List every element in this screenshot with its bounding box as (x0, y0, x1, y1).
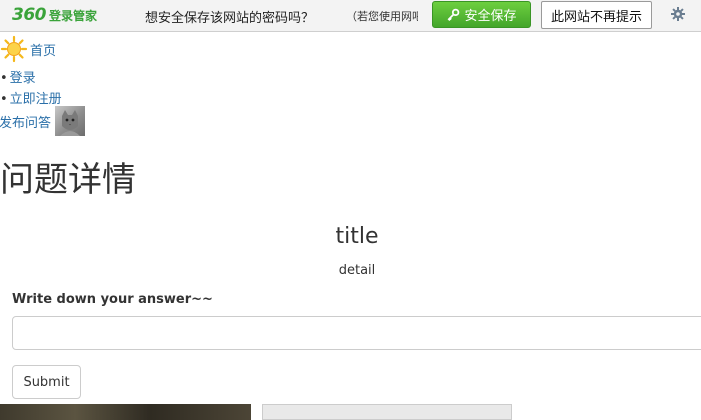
user-avatar[interactable] (55, 106, 86, 136)
save-password-question: 想安全保存该网站的密码吗？ (145, 11, 315, 26)
post-question-link[interactable]: 发布问答 (0, 112, 51, 131)
sun-icon (0, 35, 28, 63)
save-password-hint: （若您使用网吧 (346, 10, 418, 23)
nav-item-register: • 立即注册 (0, 88, 62, 107)
cat-avatar-image (60, 110, 81, 136)
password-save-bar: 360 登录管家 想安全保存该网站的密码吗？ （若您使用网吧 安全保存 此网站不再… (0, 0, 701, 32)
safe-save-label: 安全保存 (464, 9, 517, 24)
post-question-row: 发布问答 (0, 106, 86, 136)
answer-image-thumbnail (262, 404, 512, 420)
question-detail: detail (338, 263, 376, 278)
question-title: title (335, 224, 379, 249)
submit-button[interactable]: Submit (12, 365, 81, 399)
360-logo: 360 登录管家 (12, 5, 97, 25)
answer-input[interactable] (12, 316, 701, 350)
answer-image-thumbnail (0, 404, 251, 420)
answer-label: Write down your answer~~ (12, 292, 213, 307)
page-title: 问题详情 (0, 160, 136, 200)
logo-number: 360 (12, 5, 47, 25)
key-icon (448, 8, 460, 21)
safe-save-button[interactable]: 安全保存 (432, 1, 531, 28)
logo-text: 登录管家 (49, 9, 98, 23)
register-link[interactable]: 立即注册 (10, 92, 62, 107)
home-link-row: 首页 (0, 35, 56, 63)
gear-icon[interactable] (670, 6, 686, 22)
nav-item-login: • 登录 (0, 67, 36, 86)
never-for-site-button[interactable]: 此网站不再提示 (541, 1, 652, 29)
login-link[interactable]: 登录 (10, 71, 36, 86)
home-link[interactable]: 首页 (30, 40, 56, 59)
bullet: • (0, 92, 8, 107)
bullet: • (0, 71, 8, 86)
